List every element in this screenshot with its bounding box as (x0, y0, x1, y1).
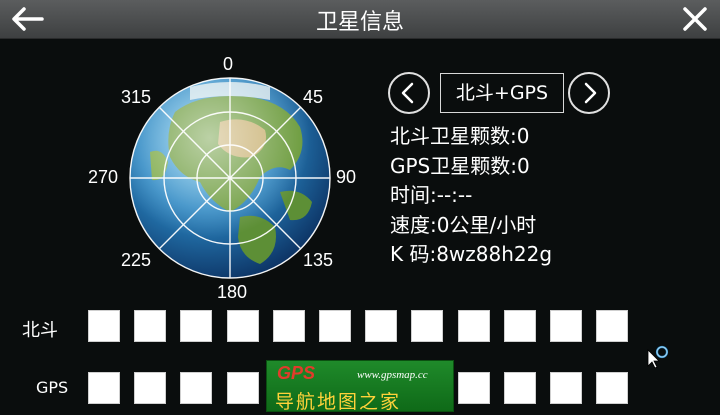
satellite-slot (596, 372, 629, 404)
satellite-slot (272, 310, 305, 342)
close-button[interactable] (680, 5, 710, 33)
k-code: K 码:8wz88h22g (390, 242, 553, 266)
satellite-slot (180, 310, 213, 342)
satellite-slot (88, 310, 120, 342)
satellite-slot (319, 310, 351, 342)
satellite-slot (226, 310, 259, 342)
azimuth-label-se: 135 (303, 250, 334, 270)
satellite-slot (411, 310, 444, 342)
watermark-url: www.gpsmap.cc (357, 369, 428, 381)
satellite-slot (457, 372, 490, 404)
azimuth-label-nw: 315 (121, 87, 152, 107)
satellite-slot (503, 310, 536, 342)
satellite-slot (550, 372, 582, 404)
satellite-slot (596, 310, 629, 342)
azimuth-label-s: 180 (217, 282, 248, 302)
satellite-slot (134, 310, 167, 342)
watermark-tagline: 导航地图之家 (275, 391, 402, 413)
prev-mode-button[interactable] (388, 72, 430, 114)
close-icon (683, 7, 707, 31)
next-mode-button[interactable] (568, 72, 610, 114)
satellite-slot (226, 372, 259, 404)
satellite-slot (180, 372, 213, 404)
mode-label: 北斗+GPS (440, 73, 564, 113)
chevron-left-icon (401, 82, 414, 104)
gps-count: GPS卫星颗数:0 (390, 153, 530, 178)
satellite-slot (365, 310, 398, 342)
satellite-slot (503, 372, 536, 404)
azimuth-label-e: 90 (336, 167, 357, 187)
title-bar: 卫星信息 (0, 0, 720, 39)
time-readout: 时间:--:-- (390, 183, 473, 207)
chevron-right-icon (584, 82, 597, 104)
beidou-row-label: 北斗 (22, 320, 58, 341)
satellite-info: 北斗卫星颗数:0 GPS卫星颗数:0 时间:--:-- 速度:0公里/小时 K … (390, 122, 552, 270)
satellite-slot (134, 372, 167, 404)
busy-cursor-icon (647, 345, 669, 368)
azimuth-label-w: 270 (88, 167, 119, 187)
speed-readout: 速度:0公里/小时 (390, 212, 537, 237)
satellite-slot (457, 310, 490, 342)
satellite-slot (88, 372, 120, 404)
azimuth-label-ne: 45 (303, 87, 324, 107)
page-title: 卫星信息 (315, 10, 404, 35)
satellite-slot (550, 310, 582, 342)
watermark-logo: GPS www.gpsmap.cc 导航地图之家 (266, 360, 454, 413)
gps-row-label: GPS (36, 378, 69, 397)
azimuth-label-n: 0 (223, 54, 234, 74)
sky-view: 0 45 90 135 180 225 270 315 (80, 52, 380, 304)
beidou-count: 北斗卫星颗数:0 (390, 124, 530, 148)
watermark-brand: GPS (277, 363, 316, 383)
azimuth-label-sw: 225 (121, 250, 152, 270)
